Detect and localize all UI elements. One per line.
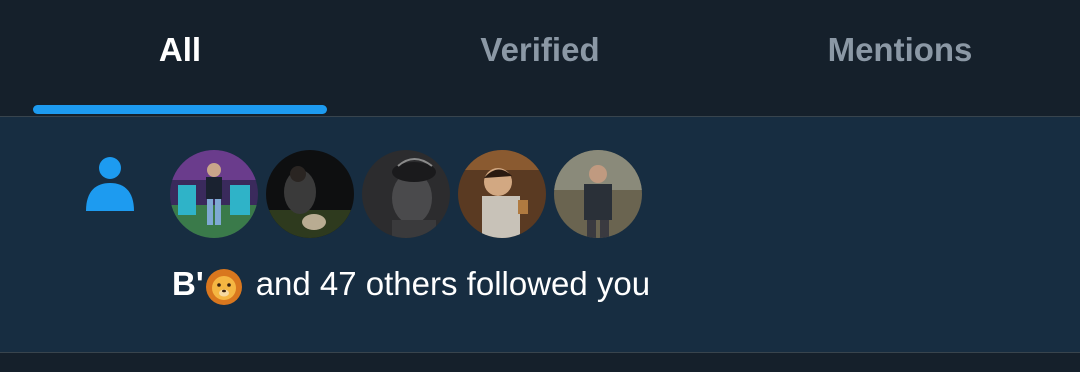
person-icon: [86, 157, 134, 211]
follower-avatar-4[interactable]: [458, 150, 546, 238]
follower-avatar-2[interactable]: [266, 150, 354, 238]
tab-mentions-label: Mentions: [827, 31, 973, 68]
tab-verified-label: Verified: [480, 31, 600, 68]
follower-avatar-5[interactable]: [554, 150, 642, 238]
follower-avatars: [170, 150, 642, 238]
tab-all[interactable]: All: [0, 0, 360, 116]
follow-notification[interactable]: B' and 47 others followed you: [0, 117, 1080, 352]
row-divider: [0, 352, 1080, 372]
notification-tabs: All Verified Mentions: [0, 0, 1080, 117]
follower-avatar-1[interactable]: [170, 150, 258, 238]
follower-name[interactable]: B': [172, 265, 204, 303]
follow-message: B' and 47 others followed you: [172, 264, 651, 305]
active-tab-indicator: [33, 105, 327, 114]
follow-message-text: and 47 others followed you: [255, 265, 651, 302]
follower-avatar-3[interactable]: [362, 150, 450, 238]
tab-all-label: All: [158, 31, 202, 68]
lion-face-emoji-icon: [205, 269, 242, 305]
tab-verified[interactable]: Verified: [360, 0, 720, 116]
tab-mentions[interactable]: Mentions: [720, 0, 1080, 116]
